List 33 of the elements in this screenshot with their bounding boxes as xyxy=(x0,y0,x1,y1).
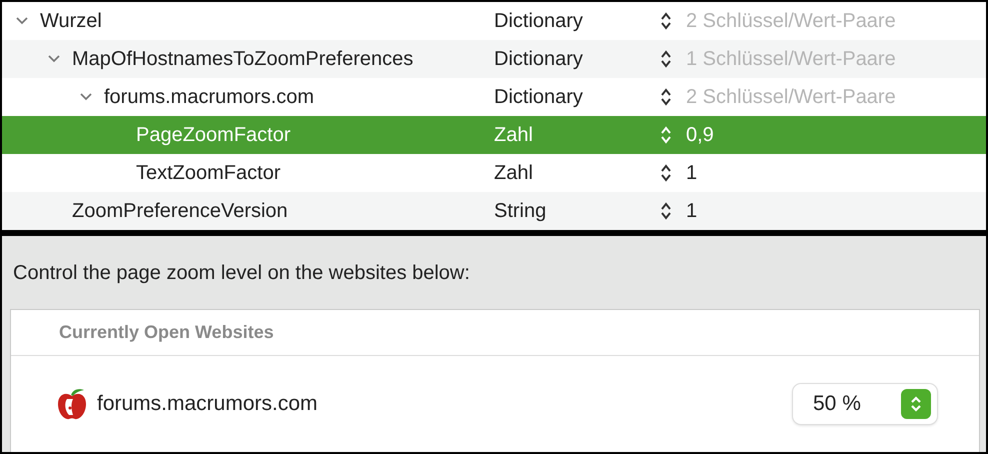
key-text: TextZoomFactor xyxy=(136,162,280,184)
value-text: 1 Schlüssel/Wert-Paare xyxy=(686,48,896,70)
key-text: ZoomPreferenceVersion xyxy=(72,200,288,222)
disclosure-chevron-icon[interactable] xyxy=(80,93,92,101)
key-text: Wurzel xyxy=(40,10,102,32)
plist-row[interactable]: ZoomPreferenceVersion String 1 xyxy=(2,192,986,230)
website-name: forums.macrumors.com xyxy=(97,392,319,416)
zoom-popup[interactable]: 50 % xyxy=(793,384,937,424)
value-text: 0,9 xyxy=(686,124,714,146)
value-text: 1 xyxy=(686,200,698,222)
value-text: 2 Schlüssel/Wert-Paare xyxy=(686,86,896,108)
stepper-icon[interactable] xyxy=(660,11,672,31)
type-text: Zahl xyxy=(494,124,534,146)
stepper-icon[interactable] xyxy=(660,87,672,107)
type-text: Zahl xyxy=(494,162,534,184)
disclosure-chevron-icon[interactable] xyxy=(16,17,28,25)
stepper-icon[interactable] xyxy=(660,49,672,69)
type-text: Dictionary xyxy=(494,48,584,70)
value-text: 1 xyxy=(686,162,698,184)
type-text: Dictionary xyxy=(494,10,584,32)
apple-icon xyxy=(55,387,89,421)
description-text: Control the page zoom level on the websites below: xyxy=(12,261,471,286)
key-text: PageZoomFactor xyxy=(136,124,291,146)
value-text: 2 Schlüssel/Wert-Paare xyxy=(686,10,896,32)
disclosure-chevron-icon[interactable] xyxy=(48,55,60,63)
column-header: Currently Open Websites xyxy=(59,322,274,343)
stepper-icon[interactable] xyxy=(660,201,672,221)
type-text: String xyxy=(494,200,548,222)
key-text: MapOfHostnamesToZoomPreferences xyxy=(72,48,414,70)
stepper-icon[interactable] xyxy=(660,163,672,183)
type-text: Dictionary xyxy=(494,86,584,108)
key-text: forums.macrumors.com xyxy=(104,86,314,108)
plist-row[interactable]: MapOfHostnamesToZoomPreferences Dictionary 1 Schlüssel/Wert-Paare xyxy=(2,40,986,78)
